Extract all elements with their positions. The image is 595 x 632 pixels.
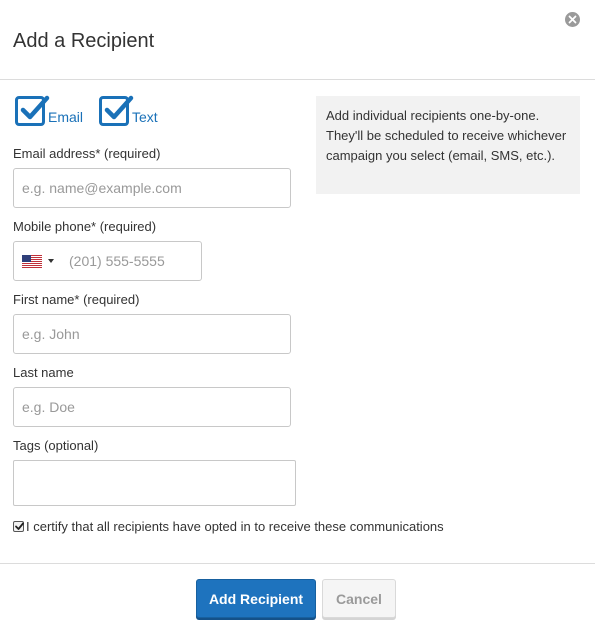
mobile-phone-input[interactable] [67, 245, 191, 277]
cancel-button[interactable]: Cancel [322, 579, 396, 618]
mobile-phone-field [13, 241, 202, 281]
text-checkbox[interactable] [99, 95, 134, 126]
first-name-label: First name* (required) [13, 292, 140, 307]
email-channel-label: Email [48, 109, 84, 125]
dialog-title: Add a Recipient [13, 30, 155, 52]
info-panel: Add individual recipients one-by-one. Th… [316, 96, 580, 194]
email-checkbox[interactable] [15, 95, 50, 126]
header-divider [0, 79, 595, 80]
add-recipient-dialog: Add a Recipient Email Text Add individua… [0, 0, 595, 632]
email-input[interactable] [13, 168, 291, 208]
mobile-phone-label: Mobile phone* (required) [13, 219, 157, 234]
last-name-input[interactable] [13, 387, 291, 427]
country-code-select[interactable] [22, 254, 54, 268]
close-icon[interactable] [565, 12, 580, 27]
checkmark-icon [20, 95, 50, 120]
add-recipient-button[interactable]: Add Recipient [196, 579, 316, 618]
us-flag-icon [22, 254, 42, 268]
first-name-input[interactable] [13, 314, 291, 354]
text-channel-label: Text [132, 109, 158, 125]
certify-row: I certify that all recipients have opted… [13, 519, 444, 534]
text-channel-toggle[interactable]: Text [99, 95, 158, 126]
email-label: Email address* (required) [13, 146, 161, 161]
checkmark-icon [104, 95, 134, 120]
certify-label: I certify that all recipients have opted… [26, 519, 444, 534]
footer-divider [0, 563, 595, 564]
last-name-label: Last name [13, 365, 74, 380]
tags-input[interactable] [13, 460, 296, 506]
chevron-down-icon [48, 259, 54, 263]
close-x-glyph [568, 15, 577, 24]
tags-label: Tags (optional) [13, 438, 99, 453]
email-channel-toggle[interactable]: Email [15, 95, 84, 126]
certify-checkbox[interactable] [13, 521, 24, 532]
checkmark-icon [15, 522, 24, 530]
